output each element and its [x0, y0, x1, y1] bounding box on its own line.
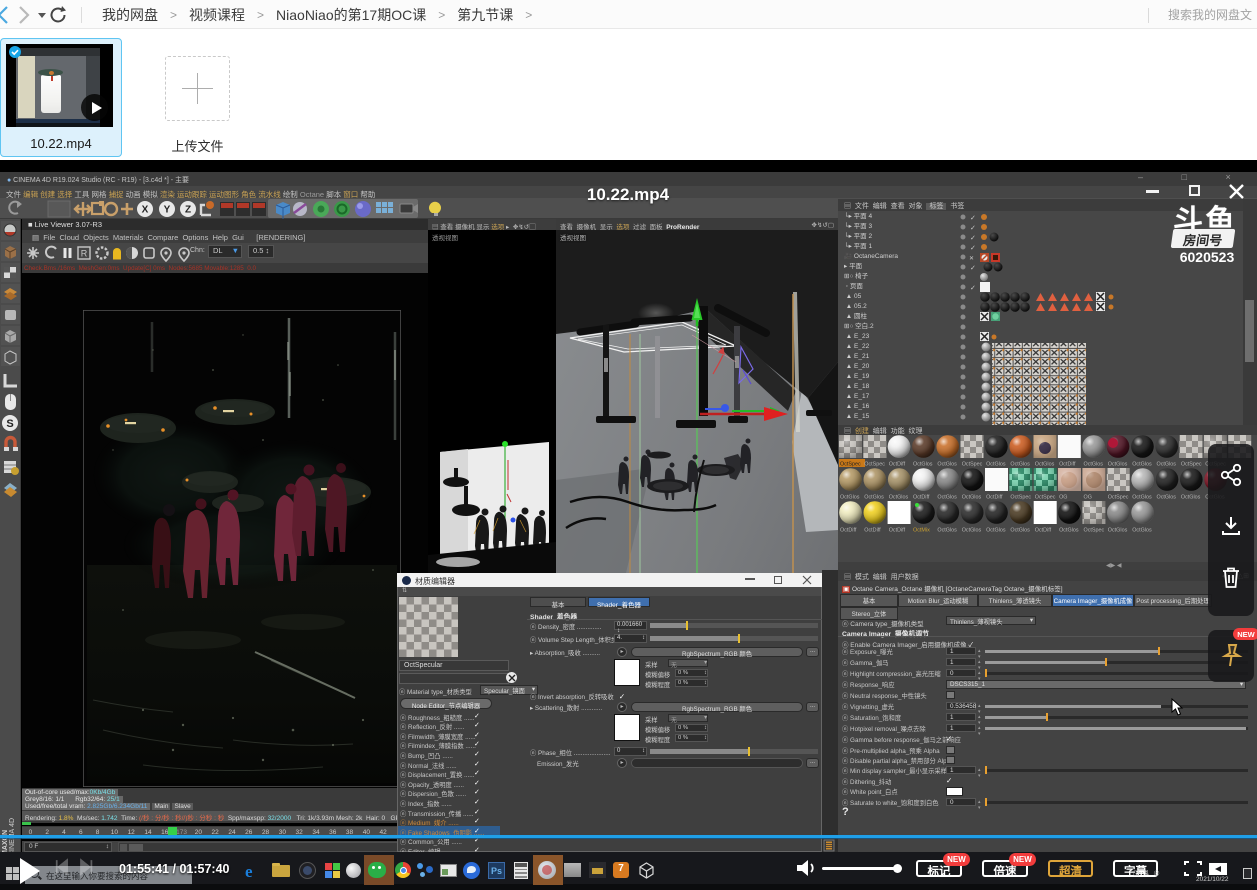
svg-text:OctGlos: OctGlos: [986, 462, 1006, 468]
svg-text:OctSpec: OctSpec: [1035, 495, 1056, 501]
svg-text:Y: Y: [164, 205, 171, 216]
svg-text:OctGlos: OctGlos: [1132, 462, 1152, 468]
svg-text:OctGlos: OctGlos: [937, 462, 957, 468]
svg-text:X: X: [142, 205, 149, 216]
svg-text:✕: ✕: [969, 256, 974, 262]
svg-text:OctDiff: OctDiff: [913, 495, 930, 501]
svg-text:OctDiff: OctDiff: [864, 528, 881, 534]
svg-text:OctGlos: OctGlos: [840, 495, 860, 501]
svg-text:OG: OG: [1084, 495, 1092, 501]
svg-text:OctGlos: OctGlos: [1132, 528, 1152, 534]
svg-text:✓: ✓: [970, 245, 976, 252]
svg-text:OctGlos: OctGlos: [889, 495, 909, 501]
svg-text:Z: Z: [185, 205, 191, 216]
svg-text:OctDiff: OctDiff: [840, 528, 857, 534]
svg-text:✓: ✓: [970, 225, 976, 232]
svg-text:R: R: [81, 249, 88, 259]
svg-text:OctGlos: OctGlos: [1132, 495, 1152, 501]
svg-text:OctSpec: OctSpec: [1010, 495, 1031, 501]
svg-text:OctGlos: OctGlos: [1010, 528, 1030, 534]
svg-text:OctGlos: OctGlos: [962, 528, 982, 534]
svg-text:✓: ✓: [970, 215, 976, 222]
svg-text:OG: OG: [1059, 495, 1067, 501]
svg-text:OctGlos: OctGlos: [913, 462, 933, 468]
svg-text:OctGlos: OctGlos: [1010, 462, 1030, 468]
svg-text:OctGlos: OctGlos: [864, 495, 884, 501]
svg-text:OctGlos: OctGlos: [1059, 528, 1079, 534]
svg-text:OctSpec: OctSpec: [1108, 495, 1129, 501]
svg-text:OctGlos: OctGlos: [1084, 462, 1104, 468]
svg-text:OctSpec: OctSpec: [1181, 462, 1202, 468]
svg-text:OctDiff: OctDiff: [1035, 528, 1052, 534]
svg-text:✓: ✓: [970, 235, 976, 242]
svg-text:OctSpec: OctSpec: [840, 462, 861, 468]
svg-text:OctDiff: OctDiff: [986, 495, 1003, 501]
svg-text:OctDiff: OctDiff: [889, 462, 906, 468]
svg-text:✓: ✓: [970, 265, 976, 272]
svg-text:OctGlos: OctGlos: [1108, 462, 1128, 468]
svg-text:OctGlos: OctGlos: [937, 495, 957, 501]
svg-text:S: S: [6, 418, 13, 430]
svg-text:OctMix: OctMix: [913, 528, 930, 534]
svg-text:OctGlos: OctGlos: [937, 528, 957, 534]
svg-text:OctGlos: OctGlos: [1181, 495, 1201, 501]
svg-text:OctGlos: OctGlos: [1157, 462, 1177, 468]
svg-text:OctGlos: OctGlos: [986, 528, 1006, 534]
svg-text:OctGlos: OctGlos: [1035, 462, 1055, 468]
svg-text:OctSpec: OctSpec: [962, 462, 983, 468]
svg-text:OctDiff: OctDiff: [1059, 462, 1076, 468]
svg-text:OctDiff: OctDiff: [889, 528, 906, 534]
svg-text:OctSpec: OctSpec: [1084, 528, 1105, 534]
svg-text:OctGlos: OctGlos: [1157, 495, 1177, 501]
svg-text:✓: ✓: [970, 285, 976, 292]
svg-text:OctSpec: OctSpec: [864, 462, 885, 468]
svg-text:OctGlos: OctGlos: [962, 495, 982, 501]
svg-text:OctGlos: OctGlos: [1108, 528, 1128, 534]
